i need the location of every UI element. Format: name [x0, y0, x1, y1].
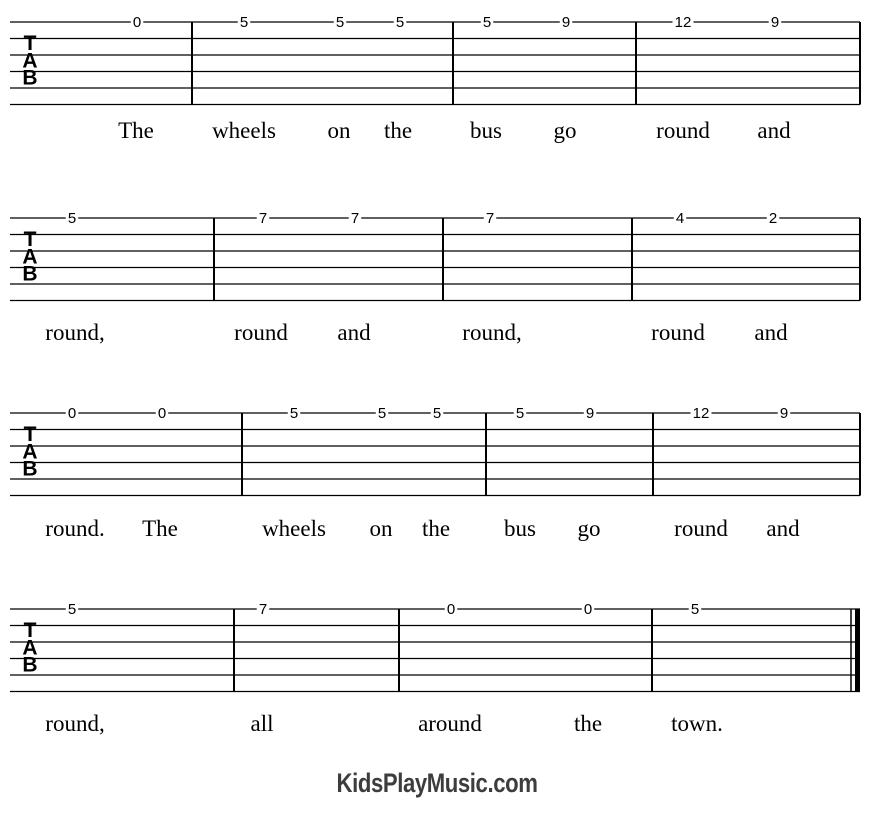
- fret-number: 9: [586, 405, 594, 422]
- fret-number: 0: [158, 405, 166, 422]
- lyric-word: round.: [45, 516, 104, 541]
- lyric-word: bus: [504, 516, 536, 541]
- lyric-word: the: [422, 516, 450, 541]
- fret-number: 9: [780, 405, 788, 422]
- fret-number: 2: [769, 210, 777, 227]
- fret-number: 5: [290, 405, 298, 422]
- lyric-word: town.: [671, 711, 723, 736]
- tab-clef-letter: B: [22, 67, 37, 90]
- lyric-word: round,: [45, 711, 104, 736]
- lyric-word: on: [328, 118, 352, 143]
- tab-score: TAB0 5 5 5 5 9 12 9The wheels on the bus go round andT…: [10, 14, 861, 736]
- fret-number: 5: [240, 14, 248, 31]
- footer-brand: KidsPlayMusic.com: [336, 768, 538, 798]
- fret-number: 7: [259, 601, 267, 618]
- lyric-word: round,: [45, 320, 104, 345]
- fret-number: 5: [336, 14, 344, 31]
- lyric-word: and: [757, 118, 791, 143]
- fret-number: 7: [351, 210, 359, 227]
- fret-number: 0: [133, 14, 141, 31]
- lyric-word: and: [754, 320, 788, 345]
- lyric-word: and: [337, 320, 371, 345]
- fret-number: 5: [396, 14, 404, 31]
- fret-number: 5: [483, 14, 491, 31]
- fret-number: 9: [562, 14, 570, 31]
- lyric-word: and: [766, 516, 800, 541]
- lyric-word: The: [142, 516, 178, 541]
- fret-number: 0: [447, 601, 455, 618]
- lyric-word: around: [418, 711, 482, 736]
- tab-clef-letter: B: [22, 654, 37, 677]
- fret-number: 5: [691, 601, 699, 618]
- fret-number: 12: [693, 405, 710, 422]
- lyric-word: round: [651, 320, 705, 345]
- fret-number: 5: [516, 405, 524, 422]
- fret-number: 5: [378, 405, 386, 422]
- lyric-word: round: [656, 118, 710, 143]
- lyric-word: on: [370, 516, 394, 541]
- fret-number: 0: [584, 601, 592, 618]
- lyric-word: round: [674, 516, 728, 541]
- tab-clef-letter: B: [22, 458, 37, 481]
- lyric-word: The: [118, 118, 154, 143]
- fret-number: 12: [675, 14, 692, 31]
- lyric-word: round,: [462, 320, 521, 345]
- fret-number: 7: [259, 210, 267, 227]
- lyric-word: go: [554, 118, 577, 143]
- lyric-word: all: [251, 711, 274, 736]
- fret-number: 5: [433, 405, 441, 422]
- lyric-word: round: [234, 320, 288, 345]
- tab-clef-letter: B: [22, 263, 37, 286]
- final-barline-thick: [855, 609, 860, 692]
- fret-number: 0: [68, 405, 76, 422]
- lyric-word: go: [578, 516, 601, 541]
- fret-number: 7: [486, 210, 494, 227]
- fret-number: 5: [68, 601, 76, 618]
- fret-number: 4: [676, 210, 684, 227]
- fret-number: 5: [68, 210, 76, 227]
- lyric-word: wheels: [212, 118, 276, 143]
- lyric-word: wheels: [262, 516, 326, 541]
- lyric-word: the: [384, 118, 412, 143]
- fret-number: 9: [771, 14, 779, 31]
- lyric-word: bus: [470, 118, 502, 143]
- lyric-word: the: [574, 711, 602, 736]
